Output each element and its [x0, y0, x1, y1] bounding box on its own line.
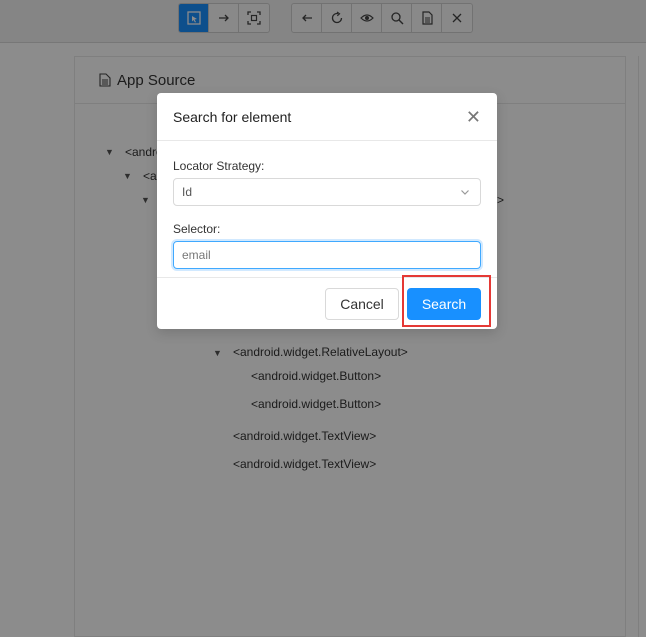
close-icon[interactable]: ✕	[466, 108, 481, 126]
selector-label: Selector:	[173, 222, 221, 236]
chevron-down-icon	[461, 190, 469, 195]
locator-strategy-value: Id	[182, 185, 193, 199]
selector-input-value: email	[182, 248, 211, 262]
modal-title: Search for element	[173, 108, 292, 125]
selector-input[interactable]: email	[173, 241, 481, 269]
modal-header: Search for element ✕	[157, 93, 497, 141]
locator-strategy-label: Locator Strategy:	[173, 159, 265, 173]
search-button-highlight	[402, 275, 491, 327]
locator-strategy-select[interactable]: Id	[173, 178, 481, 206]
cancel-button[interactable]: Cancel	[325, 288, 399, 320]
modal-body: Locator Strategy: Id Selector: email	[157, 141, 497, 269]
